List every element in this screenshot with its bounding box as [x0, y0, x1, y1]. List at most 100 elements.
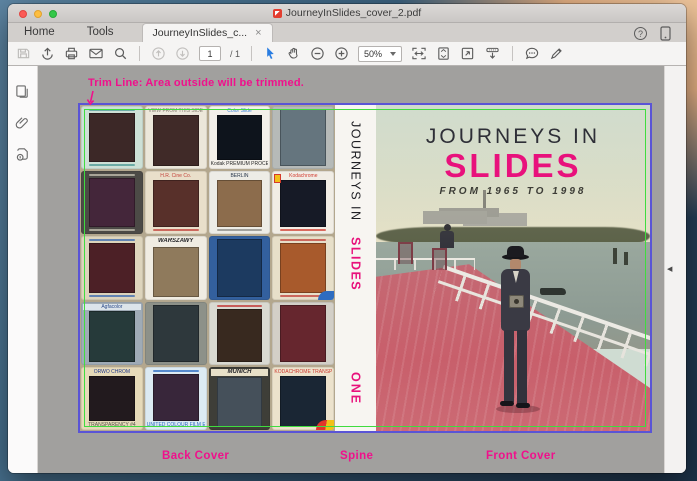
slide-photo [89, 243, 135, 293]
slide-photo [152, 373, 199, 421]
cover-subtitle: FROM 1965 TO 1998 [439, 185, 587, 197]
slide-thumbnail: VIEW FROM THIS SIDE [144, 106, 207, 170]
trim-line-annotation: Trim Line: Area outside will be trimmed. [88, 77, 305, 89]
mobile-device-icon[interactable] [659, 25, 672, 41]
window-title: JourneyInSlides_cover_2.pdf [272, 7, 421, 19]
slide-photo [280, 243, 327, 293]
slide-thumbnail: KODACHROME TRANSPARENCY [272, 366, 335, 430]
slide-photo [89, 310, 135, 362]
spine: JOURNEYS IN SLIDES ONE [335, 105, 376, 431]
slide-photo [280, 109, 327, 167]
search-icon[interactable] [113, 46, 128, 61]
save-icon[interactable] [16, 46, 31, 61]
toolbar-separator [251, 46, 253, 61]
select-tool-icon[interactable] [263, 46, 277, 61]
slide-thumbnail: UNITED COLOUR FILM EST. [144, 366, 207, 430]
slide-photo [216, 376, 263, 427]
slide-photo [89, 113, 135, 163]
slide-thumbnail [208, 236, 271, 300]
slide-thumbnail [272, 301, 335, 365]
tab-document-label: JourneyInSlides_c... [152, 26, 248, 39]
help-icon[interactable]: ? [634, 26, 647, 40]
print-icon[interactable] [64, 46, 79, 61]
stamp-info-icon[interactable] [15, 146, 31, 162]
slide-photo [216, 239, 263, 297]
tab-bar: Home Tools JourneyInSlides_c... × ? [8, 23, 686, 42]
zoom-window-button[interactable] [49, 10, 57, 18]
pdf-viewer-window: JourneyInSlides_cover_2.pdf Home Tools J… [8, 4, 686, 473]
slide-thumbnail: Agfacolor [81, 301, 143, 365]
next-page-icon[interactable] [175, 46, 190, 61]
left-navigation-pane [8, 66, 38, 473]
email-icon[interactable] [88, 46, 104, 61]
attachments-paperclip-icon[interactable] [15, 115, 30, 130]
tools-pane-collapsed[interactable]: ◀ [664, 66, 686, 473]
pencil-icon[interactable] [549, 46, 564, 61]
slide-thumbnail: MUNICH [208, 366, 271, 430]
slide-thumbnail: Kodachrome [272, 171, 335, 235]
slide-thumbnail [81, 171, 143, 235]
hand-tool-icon[interactable] [286, 46, 301, 61]
comment-icon[interactable] [524, 46, 540, 61]
tab-close-icon[interactable]: × [255, 27, 261, 39]
slide-thumbnail: ORWO CHROM TRANSPARENCY #4 [81, 366, 143, 430]
spine-volume: ONE [348, 371, 363, 405]
slide-photo [216, 308, 263, 362]
slide-photo [152, 115, 199, 167]
kodak-brand-mark [316, 420, 335, 430]
spine-title-part2: SLIDES [348, 236, 363, 291]
slide-thumbnail [208, 301, 271, 365]
kodak-brand-mark [318, 290, 335, 300]
spine-title: JOURNEYS IN SLIDES [349, 121, 363, 291]
slide-photo [216, 180, 263, 228]
zoom-level-value: 50% [364, 48, 383, 59]
tab-document[interactable]: JourneyInSlides_c... × [141, 23, 273, 42]
cover-title-line1: JOURNEYS IN [425, 125, 601, 148]
page-thumbnails-icon[interactable] [15, 84, 30, 99]
share-upload-icon[interactable] [40, 46, 55, 61]
toolbar-separator [139, 46, 140, 61]
acrobat-pdf-icon [272, 8, 282, 18]
document-viewport[interactable]: Trim Line: Area outside will be trimmed.… [38, 66, 664, 473]
slide-thumbnail [81, 106, 143, 170]
close-window-button[interactable] [19, 10, 27, 18]
slide-thumbnail: H.R. Cine Co. [144, 171, 207, 235]
label-spine: Spine [340, 450, 374, 462]
annotation-arrow-icon [86, 90, 95, 106]
slide-thumbnail [144, 301, 207, 365]
label-back-cover: Back Cover [162, 450, 230, 462]
previous-page-icon[interactable] [151, 46, 166, 61]
fit-width-icon[interactable] [411, 46, 427, 61]
zoom-in-icon[interactable] [334, 46, 349, 61]
slide-photo [152, 304, 199, 362]
slide-photo [280, 180, 327, 228]
slide-photo [280, 375, 327, 427]
tab-home[interactable]: Home [8, 23, 71, 42]
minimize-window-button[interactable] [34, 10, 42, 18]
chevron-down-icon [390, 51, 397, 56]
cover-title-line2: SLIDES [444, 147, 582, 184]
zoom-level-dropdown[interactable]: 50% [358, 45, 403, 62]
cover-title-block: JOURNEYS IN SLIDES FROM 1965 TO 1998 [376, 125, 650, 197]
title-bar: JourneyInSlides_cover_2.pdf [8, 4, 686, 23]
slide-photo [152, 180, 199, 228]
tab-tools[interactable]: Tools [71, 23, 130, 42]
front-cover: JOURNEYS IN SLIDES FROM 1965 TO 1998 [375, 105, 650, 431]
expand-panel-arrow-icon[interactable]: ◀ [667, 265, 672, 273]
zoom-out-icon[interactable] [310, 46, 325, 61]
slide-photo [216, 115, 263, 161]
slide-photo [89, 178, 135, 228]
slide-photo [152, 246, 199, 297]
presentation-pointer-icon[interactable] [484, 46, 501, 61]
fit-page-icon[interactable] [436, 46, 451, 61]
slide-photo [89, 375, 135, 421]
slide-thumbnail [81, 236, 143, 300]
slide-thumbnail: BERLIN [208, 171, 271, 235]
content-area: Trim Line: Area outside will be trimmed.… [8, 66, 686, 473]
fullscreen-icon[interactable] [460, 46, 475, 61]
page-total-label: / 1 [230, 48, 241, 59]
slide-thumbnail: WARSZAWY [144, 236, 207, 300]
traffic-lights [19, 10, 57, 18]
slide-thumbnail: Color SlideKodak PREMIUM PROCESSING [208, 106, 271, 170]
page-number-input[interactable] [199, 46, 221, 61]
